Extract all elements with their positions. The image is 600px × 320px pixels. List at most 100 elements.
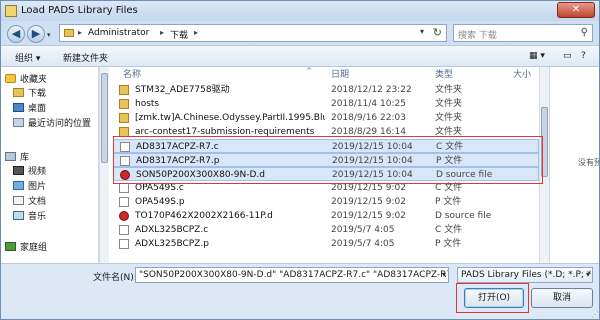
file-date: 2018/9/16 22:03 (331, 113, 406, 123)
desktop-icon (13, 103, 24, 112)
breadcrumb-administrator[interactable]: Administrator (88, 28, 149, 38)
file-type: P 文件 (435, 239, 462, 249)
new-folder-button[interactable]: 新建文件夹 (63, 51, 108, 64)
resize-grip-icon[interactable]: ⋰ (591, 310, 599, 319)
nav-item-label: 音乐 (28, 212, 47, 222)
folder-icon (13, 88, 24, 97)
video-icon (13, 166, 24, 175)
nav-item-documents[interactable]: 文档 (13, 195, 97, 209)
file-name: [zmk.tw]A.Chinese.Odyssey.PartII.1995.Bl… (135, 113, 325, 123)
nav-pane-scrollbar[interactable] (99, 67, 109, 263)
nav-item-downloads[interactable]: 下载 (13, 87, 97, 101)
column-header-type[interactable]: 类型 (435, 67, 453, 83)
file-icon (119, 225, 129, 235)
nav-item-label: 库 (20, 153, 30, 163)
filetype-select[interactable]: PADS Library Files (*.D; *.P; * ▾ (457, 267, 593, 283)
file-type: P 文件 (435, 197, 462, 207)
command-bar: 组织 ▾ 新建文件夹 ▦ ▾ ▭ ? (1, 45, 599, 67)
navigation-bar: ◀ ▶ ▾ ▸ Administrator ▸ 下载 ▸ ▾ ↻ 搜索 下载 ⚲ (1, 21, 599, 45)
file-row[interactable]: ADXL325BCPZ.c 2019/5/7 4:05 C 文件 (113, 223, 539, 237)
nav-item-libraries[interactable]: 库 (5, 151, 97, 165)
chevron-down-icon[interactable]: ▾ (442, 268, 446, 282)
address-dropdown-icon[interactable]: ▾ (420, 27, 424, 36)
breadcrumb-separator[interactable]: ▸ (194, 28, 198, 37)
file-date: 2018/11/4 10:25 (331, 99, 406, 109)
folder-icon (119, 85, 129, 95)
folder-icon (119, 99, 129, 109)
nav-item-recent-places[interactable]: 最近访问的位置 (13, 117, 97, 131)
file-row[interactable]: STM32_ADE7758驱动 2018/12/12 23:22 文件夹 (113, 83, 539, 97)
dialog-title: Load PADS Library Files (21, 5, 138, 16)
column-header-name[interactable]: 名称 (123, 67, 141, 83)
filetype-value: PADS Library Files (*.D; *.P; * (461, 270, 592, 280)
preview-pane: 没有预览。 (549, 67, 599, 263)
views-menu-icon[interactable]: ▦ ▾ (529, 51, 545, 61)
search-icon[interactable]: ⚲ (581, 27, 588, 38)
nav-item-label: 文档 (28, 197, 47, 207)
chevron-down-icon[interactable]: ▾ (586, 268, 590, 282)
documents-icon (13, 196, 24, 205)
nav-item-label: 视频 (28, 167, 47, 177)
content-area: 收藏夹 下载 桌面 最近访问的位置 库 视频 图片 文档 音乐 家庭组 ^ 名称… (1, 67, 599, 263)
nav-item-homegroup[interactable]: 家庭组 (5, 241, 97, 255)
navigation-pane: 收藏夹 下载 桌面 最近访问的位置 库 视频 图片 文档 音乐 家庭组 (1, 67, 99, 263)
nav-item-music[interactable]: 音乐 (13, 210, 97, 224)
star-icon (5, 74, 16, 83)
pads-file-icon (119, 211, 129, 221)
file-dialog: Load PADS Library Files ✕ ◀ ▶ ▾ ▸ Admini… (0, 0, 600, 320)
file-icon (119, 197, 129, 207)
close-button[interactable]: ✕ (557, 2, 595, 18)
nav-item-pictures[interactable]: 图片 (13, 180, 97, 194)
filename-input[interactable]: "SON50P200X300X80-9N-D.d" "AD8317ACPZ-R7… (135, 267, 449, 283)
breadcrumb-separator[interactable]: ▸ (78, 28, 82, 37)
help-icon[interactable]: ? (581, 51, 586, 61)
file-date: 2019/12/15 9:02 (331, 197, 406, 207)
file-row[interactable]: TO170P462X2002X2166-11P.d 2019/12/15 9:0… (113, 209, 539, 223)
file-name: ADXL325BCPZ.p (135, 239, 209, 249)
homegroup-icon (5, 242, 16, 251)
file-type: 文件夹 (435, 113, 463, 123)
filename-value: "SON50P200X300X80-9N-D.d" "AD8317ACPZ-R7… (139, 270, 449, 280)
dialog-footer: 文件名(N): "SON50P200X300X80-9N-D.d" "AD831… (1, 263, 599, 319)
nav-item-videos[interactable]: 视频 (13, 165, 97, 179)
preview-pane-icon[interactable]: ▭ (563, 51, 572, 61)
selection-highlight-box (113, 136, 543, 184)
column-header-date[interactable]: 日期 (331, 67, 349, 83)
nav-item-label: 桌面 (28, 104, 47, 114)
file-name: ADXL325BCPZ.c (135, 225, 209, 235)
folder-icon (119, 113, 129, 123)
nav-item-label: 图片 (28, 182, 47, 192)
sort-indicator-icon: ^ (306, 67, 312, 75)
file-row[interactable]: [zmk.tw]A.Chinese.Odyssey.PartII.1995.Bl… (113, 111, 539, 125)
file-date: 2018/12/12 23:22 (331, 85, 412, 95)
history-dropdown-icon[interactable]: ▾ (47, 31, 55, 39)
nav-item-desktop[interactable]: 桌面 (13, 102, 97, 116)
address-bar[interactable]: ▸ Administrator ▸ 下载 ▸ ▾ ↻ (59, 24, 447, 42)
refresh-icon[interactable]: ↻ (433, 26, 442, 39)
breadcrumb-separator[interactable]: ▸ (160, 28, 164, 37)
forward-button[interactable]: ▶ (27, 25, 45, 43)
file-row[interactable]: ADXL325BCPZ.p 2019/5/7 4:05 P 文件 (113, 237, 539, 251)
file-type: D source file (435, 211, 492, 221)
app-icon (5, 5, 17, 17)
nav-item-label: 下载 (28, 89, 47, 99)
cancel-button[interactable]: 取消 (531, 288, 593, 308)
breadcrumb-downloads[interactable]: 下载 (170, 28, 188, 41)
file-icon (119, 183, 129, 193)
file-row[interactable]: hosts 2018/11/4 10:25 文件夹 (113, 97, 539, 111)
file-type: 文件夹 (435, 85, 463, 95)
file-row[interactable]: OPA549S.p 2019/12/15 9:02 P 文件 (113, 195, 539, 209)
preview-message: 没有预览。 (578, 158, 599, 167)
nav-item-favorites[interactable]: 收藏夹 (5, 73, 97, 87)
file-date: 2019/5/7 4:05 (331, 225, 395, 235)
file-name: hosts (135, 99, 160, 109)
nav-item-label: 收藏夹 (20, 75, 48, 85)
file-type: C 文件 (435, 225, 463, 235)
scrollbar-thumb[interactable] (101, 73, 108, 163)
organize-menu[interactable]: 组织 ▾ (15, 51, 40, 64)
pictures-icon (13, 181, 24, 190)
folder-icon (64, 29, 74, 37)
column-header-size[interactable]: 大小 (513, 67, 531, 83)
search-input[interactable]: 搜索 下载 ⚲ (453, 24, 593, 42)
back-button[interactable]: ◀ (7, 25, 25, 43)
